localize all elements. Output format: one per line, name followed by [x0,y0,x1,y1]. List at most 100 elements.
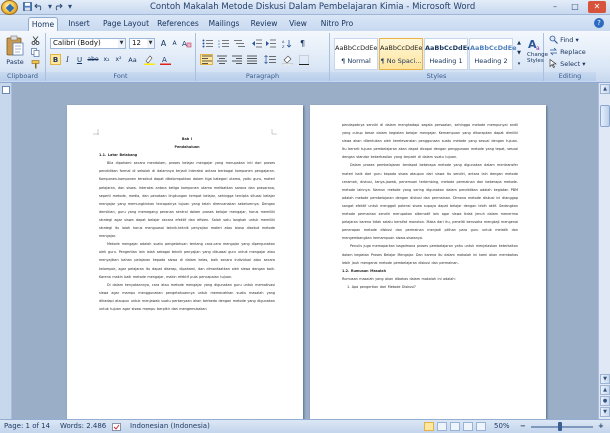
tab-nitro-pro[interactable]: Nitro Pro [320,17,354,31]
tab-insert[interactable]: Insert [64,17,94,31]
full-screen-reading-icon[interactable] [437,422,447,431]
find-button[interactable]: Find ▾ [548,34,592,45]
tab-home[interactable]: Home [28,17,58,31]
style-sample: AaBbCcDdEe [470,44,517,52]
vertical-scrollbar[interactable]: ▲ ▼ ▲ ● ▼ [598,83,610,419]
shrink-font-button[interactable]: A [169,38,180,49]
document-area[interactable]: Bab I Pendahuluan 1.1. Latar Belakang Bi… [12,83,598,419]
styles-group: AaBbCcDdEe ¶ Normal AaBbCcDdEe ¶ No Spac… [330,33,548,81]
tab-view[interactable]: View [286,17,310,31]
change-case-button[interactable]: Aa [126,54,139,65]
styles-scroll-up-icon[interactable]: ▲ [515,37,523,47]
paste-button[interactable]: Paste [4,34,26,68]
draft-view-icon[interactable] [476,422,486,431]
editing-group: Find ▾ Replace Select ▾ Editing [544,33,596,81]
language-indicator[interactable]: Indonesian (Indonesia) [130,420,210,433]
font-name-combo[interactable]: Calibri (Body) ▼ [50,38,126,49]
borders-icon[interactable] [297,54,311,65]
cut-icon[interactable] [29,35,41,46]
align-center-icon[interactable] [215,54,228,65]
sort-icon[interactable]: AZ [280,38,293,49]
maximize-button[interactable]: □ [566,1,584,13]
font-color-icon[interactable]: A [158,54,172,65]
page-count[interactable]: Page: 1 of 14 [4,420,50,433]
increase-indent-icon[interactable] [264,38,277,49]
subscript-button[interactable]: x₂ [101,54,112,65]
minimize-button[interactable]: – [546,1,564,13]
decrease-indent-icon[interactable] [250,38,263,49]
customize-quick-access-icon[interactable]: ▾ [65,2,75,12]
print-layout-icon[interactable] [424,422,434,431]
style-heading-2[interactable]: AaBbCcDdEe Heading 2 [469,38,517,70]
font-size-combo[interactable]: 12 ▼ [129,38,155,49]
change-styles-button[interactable]: Aa Change Styles [526,35,548,70]
zoom-in-icon[interactable]: + [598,420,604,433]
style-sample: AaBbCcDdEe [335,44,378,52]
superscript-button[interactable]: x² [113,54,124,65]
multilevel-list-icon[interactable] [232,38,246,49]
grow-font-button[interactable]: A [158,38,169,49]
find-icon [549,35,558,44]
chapter-title: Pendahuluan [174,145,200,150]
svg-text:A: A [162,56,167,64]
style-sample: AaBbCcDdEe [380,44,423,52]
underline-button[interactable]: U [74,54,85,65]
show-hide-formatting-icon[interactable]: ¶ [296,38,309,49]
select-button[interactable]: Select ▾ [548,58,592,69]
style-no-spacing[interactable]: AaBbCcDdEe ¶ No Spaci... [379,38,423,70]
scroll-down-icon[interactable]: ▼ [600,374,610,384]
styles-scroll-down-icon[interactable]: ▼ [515,47,523,57]
copy-icon[interactable] [29,47,41,58]
save-icon[interactable] [22,2,32,12]
style-normal[interactable]: AaBbCcDdEe ¶ Normal [334,38,378,70]
office-button[interactable] [1,0,18,15]
list-item: 1. Apa pengertian dari Metode Diskusi? [347,284,416,289]
tab-references[interactable]: References [156,17,200,31]
text-highlight-icon[interactable] [142,54,156,65]
page-2-text: pendapatnya sendiri di dalam menghadapi … [342,121,518,419]
help-icon[interactable]: ? [594,18,604,28]
styles-more-icon[interactable]: ▾ [515,58,523,68]
outline-view-icon[interactable] [463,422,473,431]
find-label: Find [560,36,574,44]
web-layout-icon[interactable] [450,422,460,431]
tab-review[interactable]: Review [250,17,278,31]
previous-page-icon[interactable]: ▲ [600,385,610,395]
clear-formatting-icon[interactable]: A [181,38,193,49]
ribbon-tabs: Home Insert Page Layout References Maili… [0,15,610,31]
close-button[interactable]: ✕ [588,1,606,13]
numbering-icon[interactable]: 123 [216,38,230,49]
format-painter-icon[interactable] [29,59,41,70]
bullets-icon[interactable] [200,38,214,49]
align-right-icon[interactable] [230,54,243,65]
next-page-icon[interactable]: ▼ [600,407,610,417]
replace-button[interactable]: Replace [548,46,592,57]
tab-page-layout[interactable]: Page Layout [100,17,152,31]
zoom-out-icon[interactable]: − [520,420,526,433]
shading-icon[interactable] [280,54,294,66]
redo-icon[interactable] [53,2,63,12]
page-2[interactable]: pendapatnya sendiri di dalam menghadapi … [310,105,546,419]
italic-button[interactable]: I [62,54,73,65]
zoom-slider-thumb[interactable] [558,422,562,431]
styles-label: Styles [330,72,543,81]
zoom-slider[interactable] [531,426,593,428]
select-browse-object-icon[interactable]: ● [600,396,610,406]
scroll-up-icon[interactable]: ▲ [600,84,610,94]
svg-text:3: 3 [218,45,220,48]
undo-icon[interactable] [34,2,44,12]
page-1[interactable]: Bab I Pendahuluan 1.1. Latar Belakang Bi… [67,105,303,419]
scroll-thumb[interactable] [600,105,610,127]
line-spacing-icon[interactable] [262,54,277,65]
proofing-icon[interactable] [112,423,121,431]
clipboard-label: Clipboard [0,72,45,81]
align-left-icon[interactable] [200,54,213,65]
style-heading-1[interactable]: AaBbCcDdEe Heading 1 [424,38,472,70]
word-count[interactable]: Words: 2.486 [60,420,106,433]
tab-mailings[interactable]: Mailings [206,17,242,31]
zoom-level[interactable]: 50% [494,420,510,433]
view-ruler-icon[interactable] [2,86,10,94]
justify-icon[interactable] [245,54,258,65]
bold-button[interactable]: B [50,54,61,65]
strikethrough-button[interactable]: abe [86,54,100,65]
